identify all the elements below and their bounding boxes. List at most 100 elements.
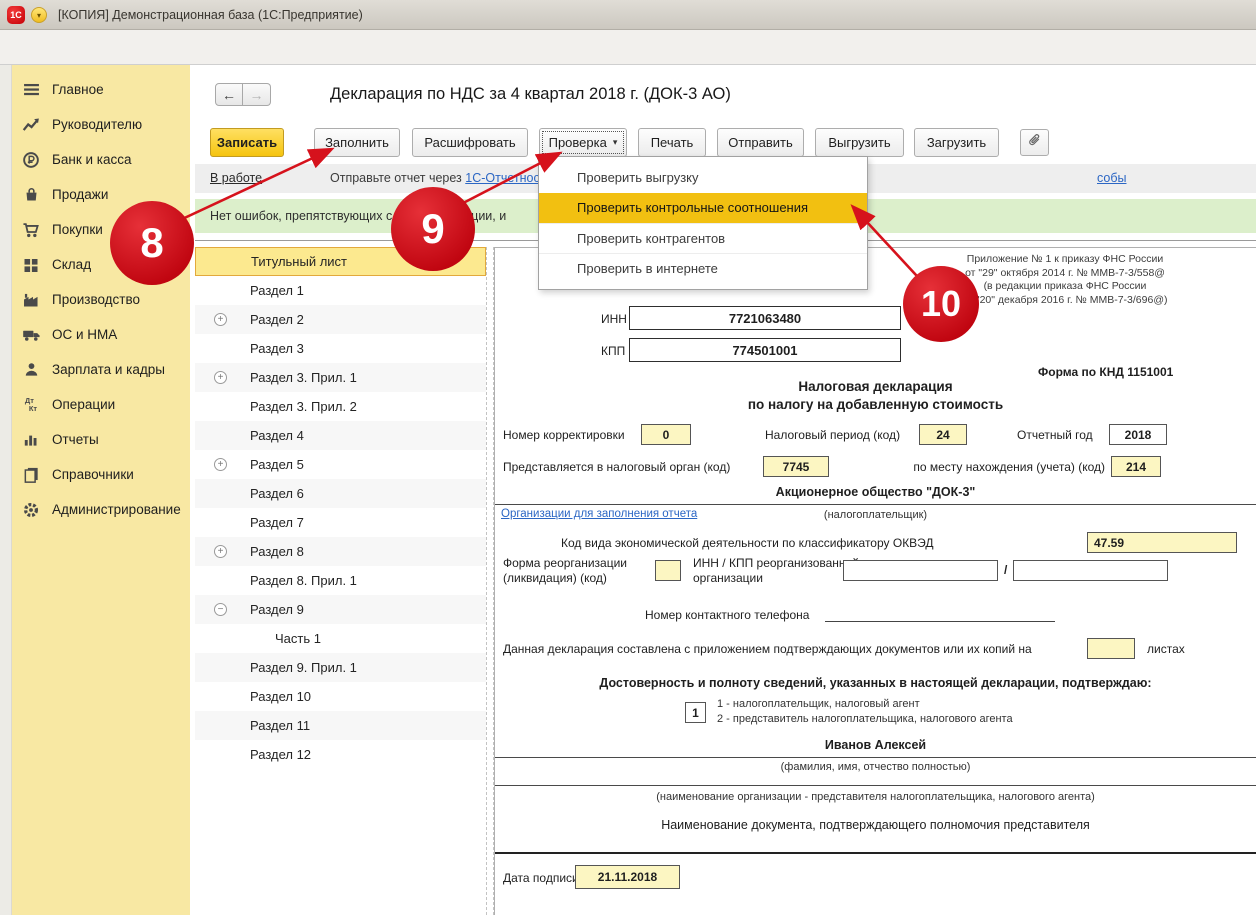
expand-icon[interactable]: + <box>214 371 227 384</box>
sidebar-item-manager[interactable]: Руководителю <box>12 107 190 142</box>
okved-field[interactable]: 47.59 <box>1087 532 1237 553</box>
location-label: по месту нахождения (учета) (код) <box>905 460 1105 474</box>
signer-option-1: 1 - налогоплательщик, налоговый агент <box>717 698 920 710</box>
fill-button[interactable]: Заполнить <box>314 128 400 157</box>
section-row[interactable]: Раздел 7 <box>195 508 486 537</box>
back-button[interactable]: ← <box>215 83 243 106</box>
forward-button[interactable]: → <box>243 83 271 106</box>
section-row[interactable]: −Раздел 9 <box>195 595 486 624</box>
reorg-code-field[interactable] <box>655 560 681 581</box>
location-field[interactable]: 214 <box>1111 456 1161 477</box>
window-left-edge <box>0 65 12 915</box>
confirmation-text: Достоверность и полноту сведений, указан… <box>495 676 1256 690</box>
check-button[interactable]: Проверка▾ <box>539 128 627 157</box>
representative-org-caption: (наименование организации - представител… <box>495 791 1256 803</box>
service-link[interactable]: 1С-Отчетност <box>465 171 545 185</box>
menu-item-check-export[interactable]: Проверить выгрузку <box>539 163 867 193</box>
truck-icon <box>20 324 42 346</box>
attached-docs-count-field[interactable] <box>1087 638 1135 659</box>
expand-icon[interactable]: + <box>214 545 227 558</box>
reorg-kpp-field[interactable] <box>1013 560 1168 581</box>
authority-field[interactable]: 7745 <box>763 456 829 477</box>
sidebar-item-bank-cash[interactable]: Банк и касса <box>12 142 190 177</box>
attached-docs-text: Данная декларация составлена с приложени… <box>503 642 1032 656</box>
signer-name: Иванов Алексей <box>495 738 1256 752</box>
main-menu-button[interactable]: ▾ <box>31 7 47 23</box>
sidebar-item-payroll-hr[interactable]: Зарплата и кадры <box>12 352 190 387</box>
sidebar-item-production[interactable]: Производство <box>12 282 190 317</box>
section-row[interactable]: +Раздел 8 <box>195 537 486 566</box>
menu-icon <box>20 79 42 101</box>
sidebar-item-administration[interactable]: Администрирование <box>12 492 190 527</box>
organization-name: Акционерное общество "ДОК-3" <box>495 485 1256 499</box>
sidebar-item-operations[interactable]: ДтКт Операции <box>12 387 190 422</box>
signer-option-2: 2 - представитель налогоплательщика, нал… <box>717 713 1013 725</box>
export-button[interactable]: Выгрузить <box>815 128 904 157</box>
save-button[interactable]: Записать <box>210 128 284 157</box>
send-button[interactable]: Отправить <box>717 128 804 157</box>
decipher-button[interactable]: Расшифровать <box>412 128 528 157</box>
signer-code-field[interactable]: 1 <box>685 702 706 723</box>
page-title: Декларация по НДС за 4 квартал 2018 г. (… <box>330 85 731 104</box>
section-row[interactable]: +Раздел 2 <box>195 305 486 334</box>
callout-step-9: 9 <box>391 187 475 271</box>
sidebar-item-reports[interactable]: Отчеты <box>12 422 190 457</box>
section-row[interactable]: +Раздел 3. Прил. 1 <box>195 363 486 392</box>
import-button[interactable]: Загрузить <box>914 128 999 157</box>
menu-item-check-online[interactable]: Проверить в интернете <box>539 253 867 283</box>
status-state-link[interactable]: В работе <box>210 171 262 185</box>
signer-name-caption: (фамилия, имя, отчество полностью) <box>495 761 1256 773</box>
section-row[interactable]: Часть 1 <box>195 624 486 653</box>
representative-doc-text: Наименование документа, подтверждающего … <box>495 818 1256 832</box>
forward-arrow-icon: → <box>250 87 264 103</box>
declaration-title-line1: Налоговая декларация <box>495 379 1256 394</box>
chevron-down-icon: ▾ <box>37 11 41 20</box>
inn-field[interactable]: 7721063480 <box>629 306 901 330</box>
expand-icon[interactable]: + <box>214 313 227 326</box>
phone-label: Номер контактного телефона <box>645 608 809 622</box>
person-icon <box>20 359 42 381</box>
sign-date-label: Дата подписи <box>503 871 579 885</box>
year-field[interactable]: 2018 <box>1109 424 1167 445</box>
chevron-down-icon: ▾ <box>613 137 618 148</box>
print-button[interactable]: Печать <box>638 128 706 157</box>
reorg-inn-field[interactable] <box>843 560 998 581</box>
section-row[interactable]: Раздел 6 <box>195 479 486 508</box>
sidebar-item-main[interactable]: Главное <box>12 72 190 107</box>
section-row[interactable]: Раздел 3. Прил. 2 <box>195 392 486 421</box>
all-methods-link-fragment[interactable]: собы <box>1097 171 1127 185</box>
menu-item-check-counterparties[interactable]: Проверить контрагентов <box>539 223 867 253</box>
sidebar-item-directories[interactable]: Справочники <box>12 457 190 492</box>
ruble-circle-icon <box>20 149 42 171</box>
period-label: Налоговый период (код) <box>765 428 900 442</box>
sign-date-field[interactable]: 21.11.2018 <box>575 865 680 889</box>
expand-icon[interactable]: + <box>214 458 227 471</box>
correction-field[interactable]: 0 <box>641 424 691 445</box>
collapse-icon[interactable]: − <box>214 603 227 616</box>
1c-logo-icon: 1С <box>7 6 25 24</box>
period-field[interactable]: 24 <box>919 424 967 445</box>
section-row[interactable]: Раздел 10 <box>195 682 486 711</box>
attachments-button[interactable] <box>1020 129 1049 156</box>
section-row[interactable]: Раздел 11 <box>195 711 486 740</box>
attached-docs-suffix: листах <box>1147 642 1185 656</box>
section-row[interactable]: Раздел 8. Прил. 1 <box>195 566 486 595</box>
section-row[interactable]: Раздел 1 <box>195 276 486 305</box>
year-label: Отчетный год <box>1017 428 1093 442</box>
shopping-cart-icon <box>20 219 42 241</box>
menu-item-check-control-ratios[interactable]: Проверить контрольные соотношения <box>539 193 867 223</box>
section-row[interactable]: Раздел 3 <box>195 334 486 363</box>
kpp-field[interactable]: 774501001 <box>629 338 901 362</box>
debit-credit-icon: ДтКт <box>20 394 42 416</box>
phone-field[interactable] <box>825 608 1055 622</box>
kpp-label: КПП <box>601 344 625 358</box>
section-row[interactable]: +Раздел 5 <box>195 450 486 479</box>
section-row[interactable]: Раздел 12 <box>195 740 486 769</box>
sidebar-item-fixed-assets[interactable]: ОС и НМА <box>12 317 190 352</box>
bar-chart-icon <box>20 429 42 451</box>
reorg-form-label: Форма реорганизации(ликвидация) (код) <box>503 556 627 586</box>
section-row[interactable]: Раздел 4 <box>195 421 486 450</box>
taxpayer-caption: (налогоплательщик) <box>495 509 1256 521</box>
panel-splitter[interactable] <box>486 247 494 915</box>
section-row[interactable]: Раздел 9. Прил. 1 <box>195 653 486 682</box>
